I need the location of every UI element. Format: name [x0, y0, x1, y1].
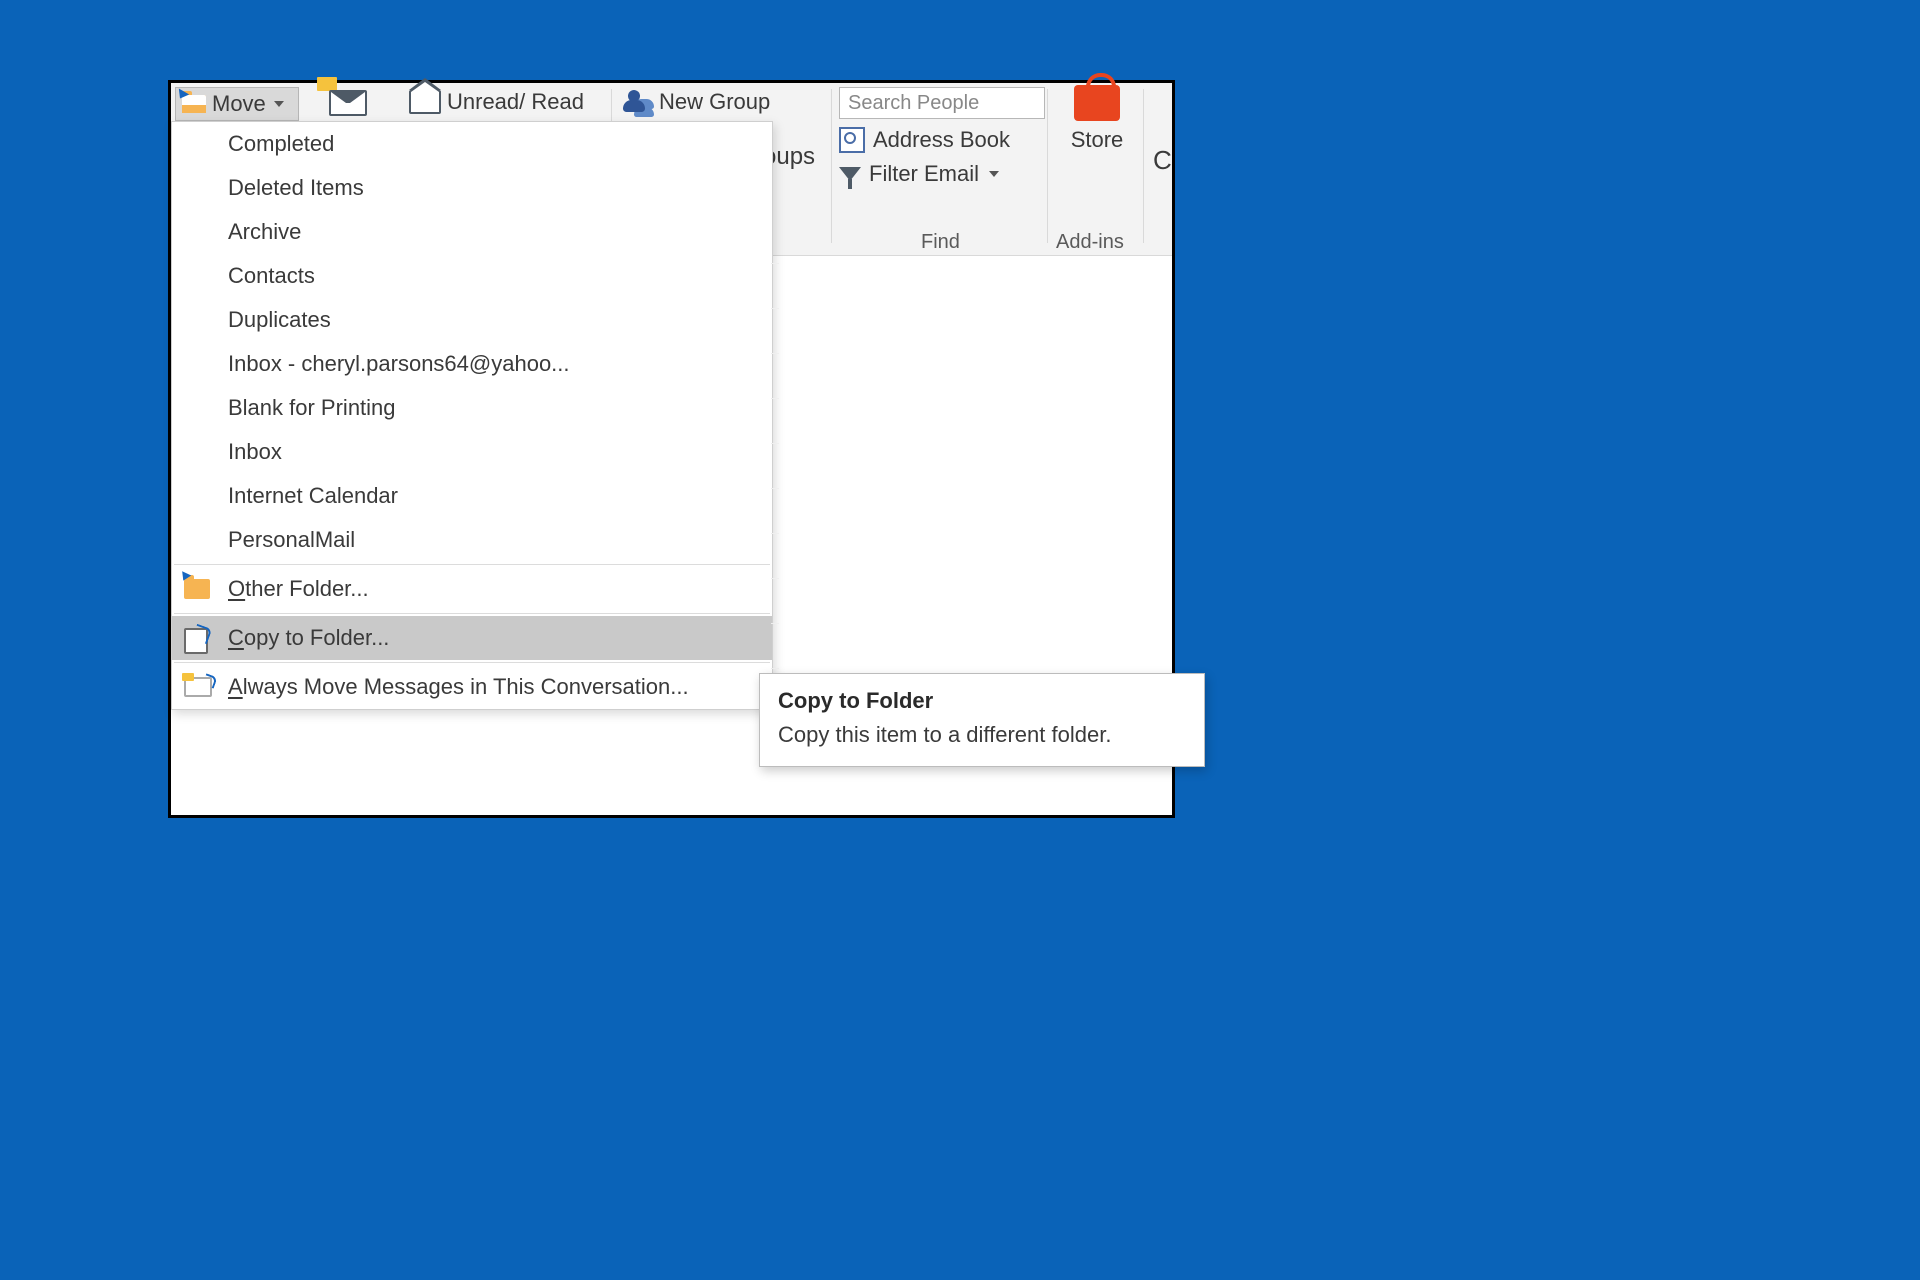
store-button[interactable]: Store: [1057, 85, 1137, 153]
tooltip-body: Copy this item to a different folder.: [778, 722, 1186, 748]
cut-off-letter: C: [1153, 145, 1172, 176]
menu-separator: [174, 564, 770, 565]
folder-move-icon: [182, 95, 206, 113]
find-group-label: Find: [921, 231, 960, 254]
address-book-label: Address Book: [873, 127, 1010, 153]
filter-email-label: Filter Email: [869, 161, 979, 187]
outlook-window: Move Unread/ Read New Group oups Search …: [168, 80, 1175, 818]
ribbon-divider: [1143, 89, 1144, 243]
menu-item-other-folder[interactable]: Other Folder...: [172, 567, 772, 611]
ribbon-divider: [1047, 89, 1048, 243]
envelope-move-icon: [184, 677, 212, 697]
new-group-label: New Group: [659, 89, 770, 115]
store-bag-icon: [1074, 85, 1120, 121]
tooltip-title: Copy to Folder: [778, 688, 1186, 714]
copy-icon: [184, 628, 208, 654]
address-book-button[interactable]: Address Book: [839, 127, 1043, 153]
addins-group-label: Add-ins: [1056, 231, 1124, 254]
ribbon-divider: [831, 89, 832, 243]
menu-item-always-move[interactable]: Always Move Messages in This Conversatio…: [172, 665, 772, 709]
new-group-button[interactable]: New Group: [623, 89, 770, 115]
funnel-icon: [839, 167, 861, 181]
menu-item-inbox[interactable]: Inbox: [172, 430, 772, 474]
dropdown-caret-icon: [274, 101, 284, 107]
dropdown-caret-icon: [989, 171, 999, 177]
menu-item-blank[interactable]: Blank for Printing: [172, 386, 772, 430]
menu-item-duplicates[interactable]: Duplicates: [172, 298, 772, 342]
unread-read-label: Unread/ Read: [447, 89, 584, 115]
move-button[interactable]: Move: [175, 87, 299, 121]
menu-item-calendar[interactable]: Internet Calendar: [172, 474, 772, 518]
rules-icon: [317, 77, 337, 91]
envelope-icon: [329, 90, 367, 116]
menu-item-archive[interactable]: Archive: [172, 210, 772, 254]
move-dropdown: Completed Deleted Items Archive Contacts…: [171, 121, 773, 710]
list-divider-hints: [771, 263, 779, 713]
menu-item-deleted[interactable]: Deleted Items: [172, 166, 772, 210]
rules-button[interactable]: [329, 85, 377, 121]
tooltip-copy-to-folder: Copy to Folder Copy this item to a diffe…: [759, 673, 1205, 767]
menu-item-inbox-ext[interactable]: Inbox - cheryl.parsons64@yahoo...: [172, 342, 772, 386]
address-book-icon: [839, 127, 865, 153]
search-people-input[interactable]: Search People: [839, 87, 1045, 119]
unread-read-button[interactable]: Unread/ Read: [409, 89, 584, 115]
search-placeholder: Search People: [848, 92, 979, 115]
move-label: Move: [212, 91, 266, 117]
menu-separator: [174, 613, 770, 614]
menu-item-personalmail[interactable]: PersonalMail: [172, 518, 772, 562]
menu-item-copy-to-folder[interactable]: Copy to Folder...: [172, 616, 772, 660]
find-group: Search People Address Book Filter Email: [839, 87, 1043, 187]
menu-item-contacts[interactable]: Contacts: [172, 254, 772, 298]
open-envelope-icon: [409, 90, 441, 114]
filter-email-button[interactable]: Filter Email: [839, 161, 1043, 187]
menu-item-completed[interactable]: Completed: [172, 122, 772, 166]
people-icon: [623, 90, 653, 114]
store-label: Store: [1057, 127, 1137, 153]
folder-icon: [184, 579, 210, 599]
menu-separator: [174, 662, 770, 663]
